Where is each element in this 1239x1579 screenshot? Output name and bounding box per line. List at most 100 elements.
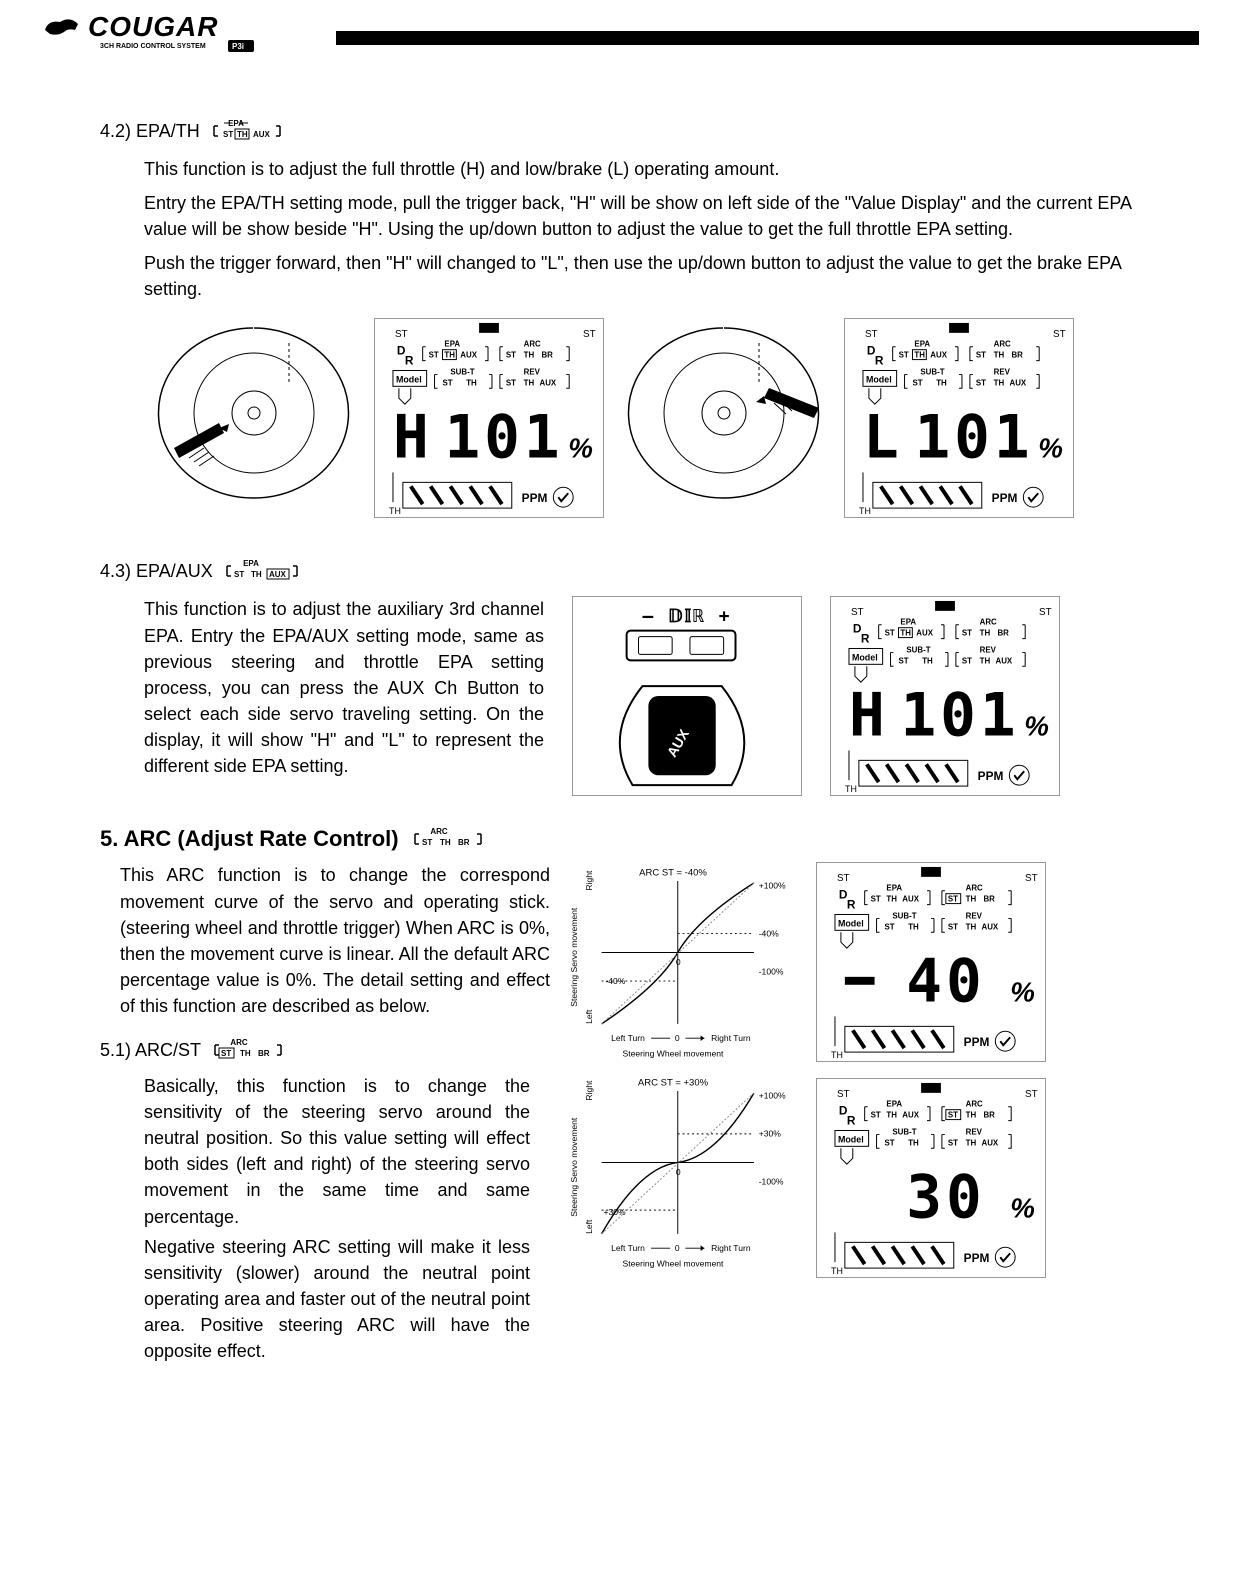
svg-text:BR: BR [983, 895, 995, 904]
svg-text:-40%: -40% [605, 976, 625, 986]
svg-text:Model: Model [838, 1135, 864, 1145]
arc-neg40-graph: ARC ST = -40% Steering Servo movement Ri… [558, 862, 788, 1062]
svg-text:0: 0 [675, 1034, 680, 1044]
svg-text:REV: REV [980, 646, 997, 655]
svg-text:ST: ST [948, 923, 958, 932]
svg-text:TH: TH [966, 923, 977, 932]
svg-text:ST: ST [223, 130, 233, 139]
svg-text:ST: ST [506, 379, 516, 388]
svg-text:TH: TH [831, 1050, 843, 1060]
svg-text:ST: ST [1053, 329, 1066, 340]
svg-text:AUX: AUX [981, 1139, 998, 1148]
svg-text:EPA: EPA [243, 559, 259, 568]
svg-text:R: R [875, 354, 884, 368]
svg-text:ST: ST [506, 351, 516, 360]
svg-text:+30%: +30% [759, 1129, 782, 1139]
svg-text:BR: BR [997, 629, 1009, 638]
svg-text:ARC: ARC [994, 340, 1011, 349]
svg-text:%: % [1024, 711, 1049, 742]
svg-text:ST: ST [871, 895, 881, 904]
svg-text:TH: TH [886, 1111, 897, 1120]
s43-p1: This function is to adjust the auxiliary… [144, 596, 544, 779]
svg-text:ST: ST [884, 1139, 894, 1148]
section-4-3-label: 4.3) EPA/AUX EPA ST TH AUX [100, 558, 1139, 584]
svg-text:BR: BR [983, 1111, 995, 1120]
svg-text:BR: BR [1011, 351, 1023, 360]
svg-text:AUX: AUX [902, 1111, 919, 1120]
dir-button-figure: — 𝔻𝕀ℝ + AUX [572, 596, 802, 796]
svg-text:%: % [1010, 1193, 1035, 1224]
page-header: COUGAR 3CH RADIO CONTROL SYSTEM P3i [0, 0, 1239, 58]
svg-text:ST: ST [948, 1111, 958, 1120]
trigger-back-figure [144, 318, 364, 508]
svg-text:AUX: AUX [460, 351, 477, 360]
svg-text:SUB-T: SUB-T [906, 646, 930, 655]
svg-text:BR: BR [541, 351, 553, 360]
svg-text:TH: TH [966, 895, 977, 904]
svg-text:ST: ST [962, 629, 972, 638]
svg-text:ST: ST [976, 379, 986, 388]
svg-text:AUX: AUX [1009, 379, 1026, 388]
svg-text:ST: ST [422, 838, 432, 847]
svg-text:PPM: PPM [978, 770, 1004, 784]
svg-text:TH: TH [966, 1139, 977, 1148]
svg-text:TH: TH [831, 1266, 843, 1276]
svg-text:ST: ST [885, 629, 895, 638]
svg-text:Right: Right [584, 870, 594, 891]
svg-text:ST: ST [948, 895, 958, 904]
svg-text:ARC: ARC [230, 1038, 248, 1047]
section-5-heading: 5. ARC (Adjust Rate Control) ARC ST TH B… [100, 826, 1139, 852]
lcd-h-figure: STST D R EPA ST TH AUX ARC ST TH BR Mode… [374, 318, 604, 518]
epa-aux-bracket-icon: EPA ST TH AUX [223, 558, 305, 584]
svg-text:+100%: +100% [759, 1091, 786, 1101]
svg-text:AUX: AUX [269, 570, 287, 579]
svg-text:ST: ST [583, 329, 596, 340]
graph1-title: ARC ST = -40% [639, 868, 707, 879]
svg-text:REV: REV [966, 1128, 983, 1137]
svg-text:-100%: -100% [759, 1177, 784, 1187]
svg-text:EPA: EPA [900, 618, 916, 627]
svg-text:ARC: ARC [524, 340, 541, 349]
svg-text:ST: ST [962, 657, 972, 666]
section-5-row: This ARC function is to change the corre… [100, 862, 1139, 1364]
graphs-column: ARC ST = -40% Steering Servo movement Ri… [558, 862, 788, 1272]
svg-text:%: % [568, 433, 593, 464]
s42-p3: Push the trigger forward, then "H" will … [144, 250, 1139, 302]
svg-text:0: 0 [676, 1167, 681, 1177]
svg-text:ARC: ARC [966, 884, 983, 893]
svg-text:ST: ST [837, 873, 850, 884]
svg-text:AUX: AUX [981, 923, 998, 932]
svg-text:Left Turn: Left Turn [611, 1034, 645, 1044]
svg-text:ARC: ARC [980, 618, 997, 627]
svg-text:Model: Model [852, 653, 878, 663]
svg-text:ARC: ARC [430, 827, 448, 836]
lcd-neg40-figure: STST D R EPA ST TH AUX ARC ST TH BR [816, 862, 1046, 1062]
svg-text:ST: ST [234, 570, 244, 579]
svg-text:TH: TH [524, 351, 535, 360]
svg-text:Steering Wheel movement: Steering Wheel movement [623, 1049, 725, 1059]
svg-text:BR: BR [258, 1049, 270, 1058]
svg-text:EPA: EPA [886, 884, 902, 893]
graph2-title: ARC ST = +30% [638, 1078, 709, 1089]
brand-logo: COUGAR 3CH RADIO CONTROL SYSTEM P3i [40, 10, 320, 58]
svg-text:101: 101 [914, 404, 1033, 473]
svg-text:-40%: -40% [759, 929, 779, 939]
svg-text:ST: ST [1039, 607, 1052, 618]
epa-th-bracket-icon: EPA ST TH AUX [210, 118, 288, 144]
svg-text:Model: Model [396, 375, 422, 385]
svg-text:TH: TH [389, 506, 401, 516]
svg-text:Steering Servo movement: Steering Servo movement [569, 1118, 579, 1218]
cougar-logo-icon: COUGAR 3CH RADIO CONTROL SYSTEM P3i [40, 10, 320, 58]
trigger-forward-figure [614, 318, 834, 508]
svg-text:R: R [847, 1114, 856, 1128]
svg-text:TH: TH [914, 351, 925, 360]
section-4-2-label: 4.2) EPA/TH EPA ST TH AUX [100, 118, 1139, 144]
svg-text:ST: ST [912, 379, 922, 388]
svg-text:TH: TH [240, 1049, 251, 1058]
section-5-1-title: 5.1) ARC/ST [100, 1040, 201, 1061]
lcd-aux-h-figure: STST D R EPA ST TH AUX ARC ST TH BR Mode… [830, 596, 1060, 796]
row-4-3: This function is to adjust the auxiliary… [144, 596, 1139, 796]
header-divider-bar [336, 31, 1199, 45]
svg-text:SUB-T: SUB-T [892, 912, 916, 921]
svg-text:SUB-T: SUB-T [450, 368, 474, 377]
